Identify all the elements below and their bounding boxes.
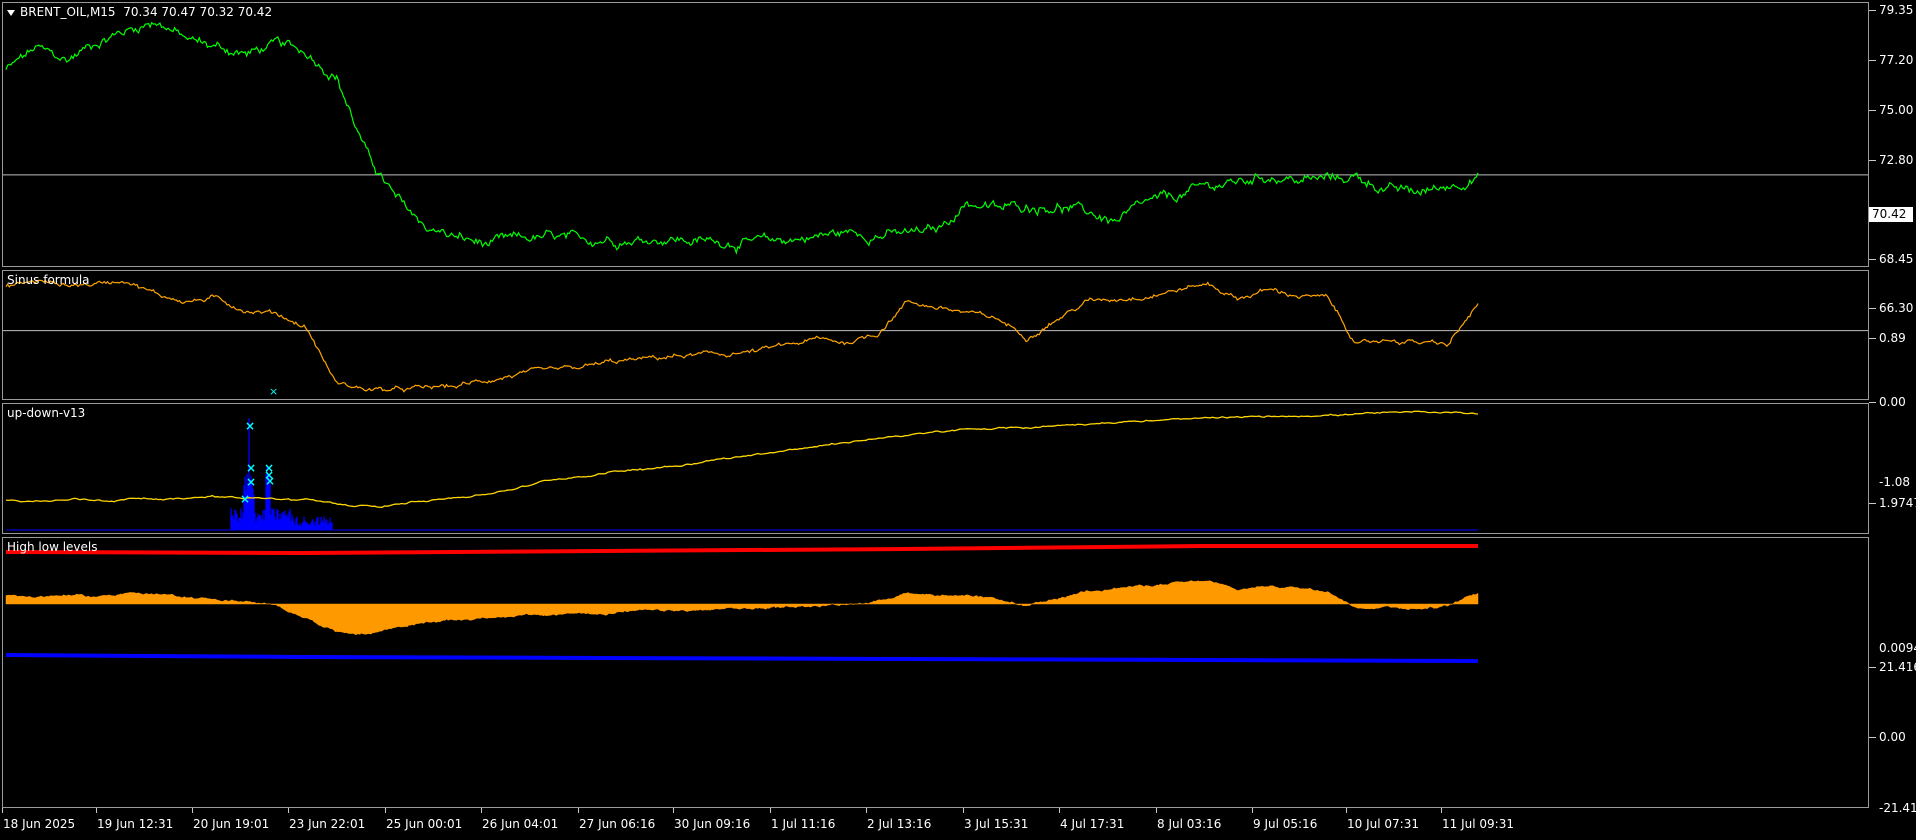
axis-tick [1869, 737, 1876, 738]
axis-label: 66.30 [1879, 301, 1914, 315]
axis-tick [1869, 259, 1876, 260]
axis-label: 21.4162 [1879, 660, 1916, 674]
symbol-header: BRENT_OIL,M15 70.34 70.47 70.32 70.42 [7, 5, 272, 19]
symbol-title: BRENT_OIL,M15 [20, 5, 116, 19]
time-tick [1346, 808, 1347, 813]
updown-pane[interactable]: × × × × × × × up-down-v13 [2, 403, 1869, 534]
time-label: 4 Jul 17:31 [1060, 817, 1125, 831]
high-level-line [5, 544, 1478, 556]
axis-label: 0.00 [1879, 730, 1906, 744]
cross-marker: × [246, 461, 256, 475]
cross-marker: × [265, 474, 275, 488]
updown-title: up-down-v13 [7, 406, 86, 420]
time-tick [1156, 808, 1157, 813]
time-label: 30 Jun 09:16 [674, 817, 751, 831]
axis-tick [1869, 308, 1876, 309]
time-tick [578, 808, 579, 813]
cross-marker: × [240, 492, 250, 506]
time-label: 8 Jul 03:16 [1157, 817, 1222, 831]
axis-tick [1869, 60, 1876, 61]
axis-label: -21.4162 [1879, 801, 1916, 815]
time-tick [481, 808, 482, 813]
time-label: 2 Jul 13:16 [867, 817, 932, 831]
time-label: 10 Jul 07:31 [1347, 817, 1419, 831]
axis-tick [1869, 402, 1876, 403]
triangle-down-icon[interactable] [7, 9, 15, 16]
axis-tick [1869, 503, 1876, 504]
axis-tick [1869, 667, 1876, 668]
time-label: 20 Jun 19:01 [193, 817, 270, 831]
updown-chart: ××××××× [5, 410, 1479, 531]
axis-label: 77.20 [1879, 53, 1914, 67]
sinus-title: Sinus formula [7, 273, 90, 287]
time-tick [96, 808, 97, 813]
updown-series-line [5, 410, 1479, 508]
highlow-title: High low levels [7, 540, 98, 554]
time-tick [866, 808, 867, 813]
time-tick [1441, 808, 1442, 813]
time-tick [1252, 808, 1253, 813]
time-label: 19 Jun 12:31 [97, 817, 174, 831]
time-tick [192, 808, 193, 813]
price-chart [3, 21, 1868, 255]
sinus-pane[interactable]: × Sinus formula [2, 270, 1869, 400]
time-label: 27 Jun 06:16 [579, 817, 656, 831]
axis-label: 75.00 [1879, 103, 1914, 117]
time-label: 11 Jul 09:31 [1442, 817, 1514, 831]
sinus-chart: × [3, 279, 1868, 398]
chart-window: BRENT_OIL,M15 70.34 70.47 70.32 70.42 × … [0, 0, 1916, 840]
time-label: 23 Jun 22:01 [289, 817, 366, 831]
low-level-line [5, 653, 1479, 663]
axis-label: 1.9747 [1879, 496, 1916, 510]
time-label: 25 Jun 00:01 [386, 817, 463, 831]
ohlc-values: 70.34 70.47 70.32 70.42 [123, 5, 273, 19]
cross-marker: × [245, 419, 255, 433]
histogram-area [5, 580, 1479, 635]
price-pane[interactable]: BRENT_OIL,M15 70.34 70.47 70.32 70.42 [2, 2, 1869, 267]
time-tick [673, 808, 674, 813]
time-label: 9 Jul 05:16 [1253, 817, 1318, 831]
sinus-series-line [5, 279, 1479, 393]
axis-label: 68.45 [1879, 252, 1914, 266]
time-tick [2, 808, 3, 813]
time-label: 3 Jul 15:31 [964, 817, 1029, 831]
time-label: 26 Jun 04:01 [482, 817, 559, 831]
time-tick [385, 808, 386, 813]
cross-marker: × [246, 475, 256, 489]
highlow-pane[interactable]: High low levels [2, 537, 1869, 808]
time-label: 1 Jul 11:16 [771, 817, 836, 831]
axis-tick [1869, 10, 1876, 11]
axis-tick [1869, 110, 1876, 111]
axis-label: 72.80 [1879, 153, 1914, 167]
current-price-badge: 70.42 [1869, 207, 1913, 222]
axis-label: -1.08 [1879, 475, 1911, 489]
axis-label: 0.0094 [1879, 641, 1916, 655]
time-tick [1059, 808, 1060, 813]
price-axis[interactable]: 79.35 77.20 75.00 72.80 68.45 66.30 0.89… [1869, 0, 1916, 840]
price-series-line [5, 21, 1479, 255]
time-tick [770, 808, 771, 813]
axis-label: 79.35 [1879, 3, 1914, 17]
axis-tick [1869, 338, 1876, 339]
time-label: 18 Jun 2025 [3, 817, 76, 831]
axis-label: 0.89 [1879, 331, 1906, 345]
axis-label: 0.00 [1879, 395, 1906, 409]
cross-marker: × [269, 385, 278, 398]
time-tick [963, 808, 964, 813]
time-tick [288, 808, 289, 813]
highlow-chart [5, 544, 1479, 663]
axis-tick [1869, 160, 1876, 161]
